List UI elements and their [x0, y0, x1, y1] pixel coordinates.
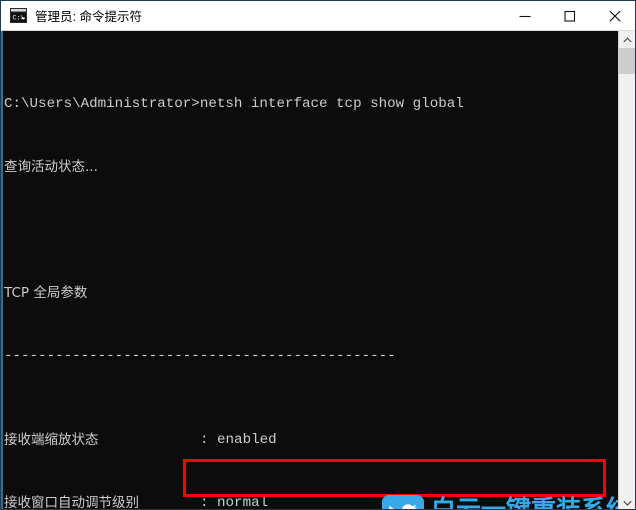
param-value: : enabled	[200, 432, 277, 448]
param-key: 接收端缩放状态	[4, 432, 99, 448]
console-param-row: 接收端缩放状态 : enabled	[4, 430, 619, 451]
console-line-section-title: TCP 全局参数	[4, 285, 88, 301]
window-controls	[502, 1, 635, 31]
console-line-querying: 查询活动状态...	[4, 159, 98, 175]
window-title: 管理员: 命令提示符	[35, 10, 142, 24]
console-line-blank-1	[4, 220, 619, 241]
watermark-texts: 白云一键重装系统 www.baiyunxitong.com	[431, 497, 631, 510]
chevron-down-icon[interactable]	[619, 494, 635, 509]
title-bar[interactable]: C:\ 管理员: 命令提示符	[1, 1, 635, 31]
console-output-area[interactable]: C:\Users\Administrator>netsh interface t…	[1, 31, 635, 510]
scrollbar-thumb[interactable]	[619, 48, 635, 74]
terminal-text: C:\Users\Administrator>netsh interface t…	[4, 31, 619, 510]
window-left-accent	[1, 31, 3, 509]
console-icon: C:\	[10, 8, 27, 23]
vertical-scrollbar[interactable]	[618, 31, 635, 509]
minimize-button[interactable]	[502, 1, 547, 31]
command-prompt-window: C:\ 管理员: 命令提示符 C:\Users\Administrator>ne…	[0, 0, 636, 510]
param-key: 接收窗口自动调节级别	[4, 495, 139, 510]
maximize-button[interactable]	[547, 1, 592, 31]
chevron-up-icon[interactable]	[619, 31, 635, 48]
watermark: 白云一键重装系统 www.baiyunxitong.com	[382, 495, 631, 509]
console-line-separator: ----------------------------------------…	[4, 348, 396, 364]
bird-icon	[382, 495, 424, 509]
close-button[interactable]	[592, 1, 635, 31]
watermark-brand: 白云一键重装系统	[431, 495, 632, 510]
console-line-command-1: C:\Users\Administrator>netsh interface t…	[4, 96, 464, 112]
param-value: : normal	[200, 495, 269, 510]
